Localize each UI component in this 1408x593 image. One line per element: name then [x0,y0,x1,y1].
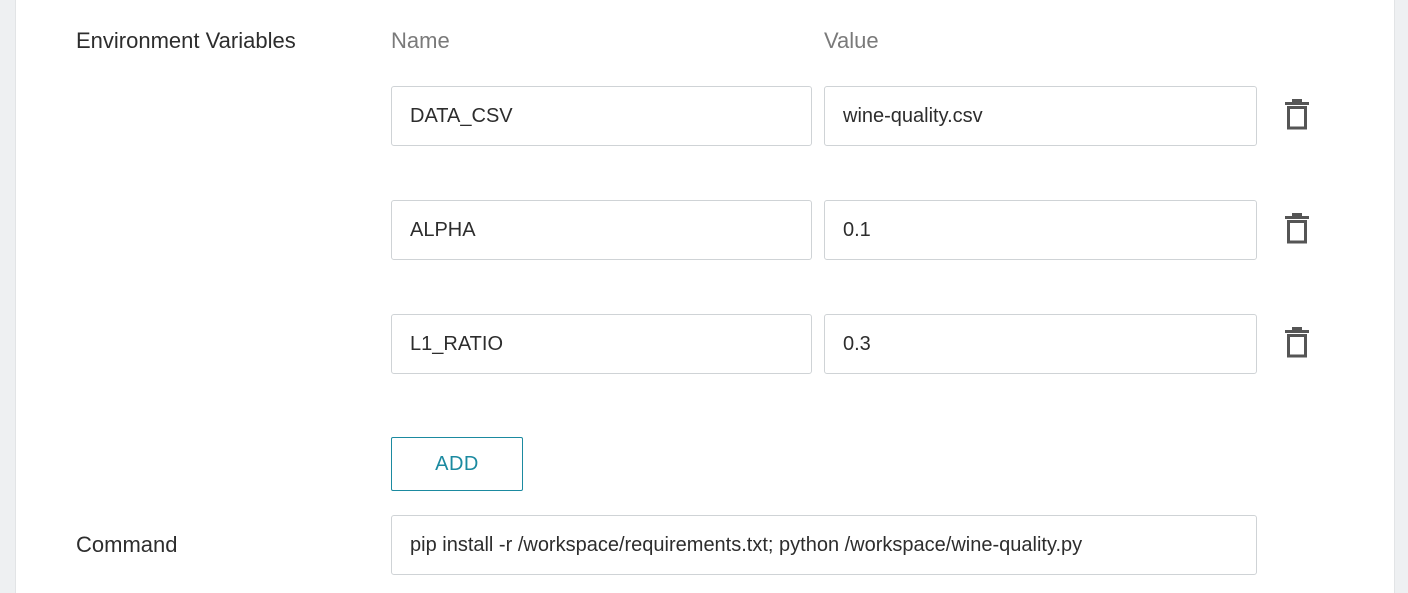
trash-icon[interactable] [1284,212,1310,244]
form-panel: Environment Variables Name Value DATA_CS… [15,0,1395,593]
env-name-input[interactable]: L1_RATIO [391,314,812,374]
trash-icon[interactable] [1284,326,1310,358]
value-column-header: Value [824,28,879,53]
add-variable-button[interactable]: ADD [391,437,523,491]
env-variables-label: Environment Variables [76,28,296,53]
trash-icon[interactable] [1284,98,1310,130]
env-value-input[interactable]: wine-quality.csv [824,86,1257,146]
command-label: Command [76,532,178,557]
command-input[interactable]: pip install -r /workspace/requirements.t… [391,515,1257,575]
env-value-input[interactable]: 0.3 [824,314,1257,374]
env-name-input[interactable]: ALPHA [391,200,812,260]
name-column-header: Name [391,28,450,53]
env-name-input[interactable]: DATA_CSV [391,86,812,146]
env-value-input[interactable]: 0.1 [824,200,1257,260]
